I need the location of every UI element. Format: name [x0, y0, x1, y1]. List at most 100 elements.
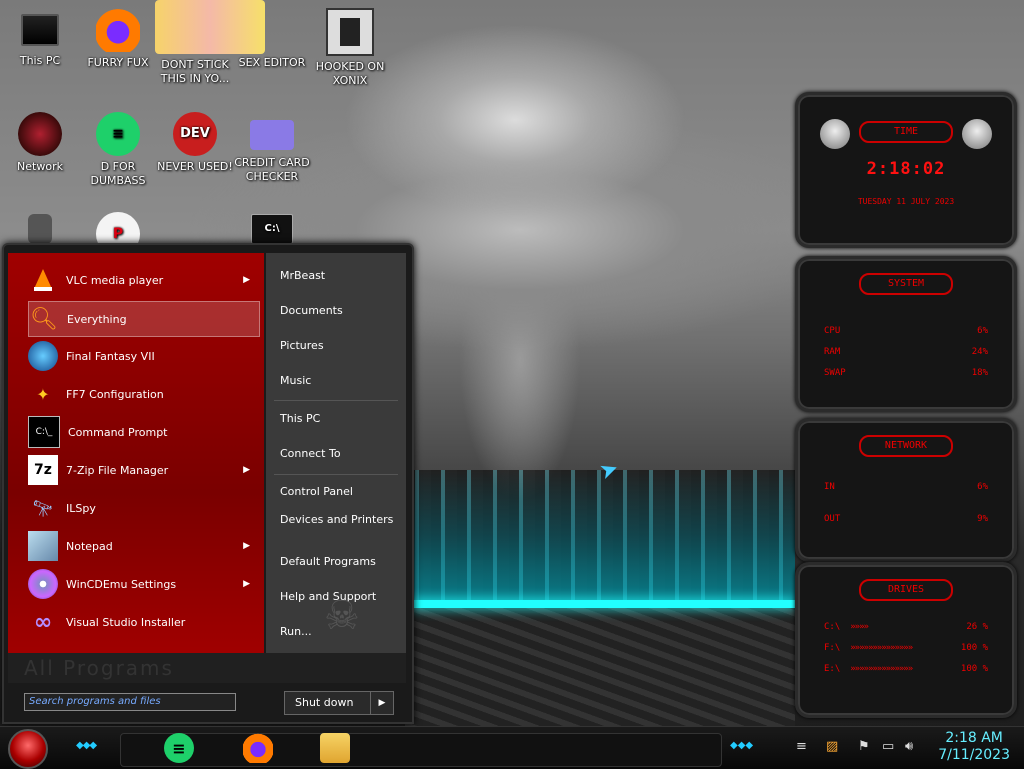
blank-file-icon [250, 8, 294, 52]
network-globe-icon [18, 112, 62, 156]
program-vs-installer[interactable]: ∞ Visual Studio Installer [28, 605, 258, 639]
alien-head-icon [820, 119, 850, 149]
place-this-pc[interactable]: This PC [280, 412, 320, 426]
desktop-icon-never-used[interactable]: DEV NEVER USED! [155, 112, 235, 174]
net-out-label: OUT [824, 514, 841, 524]
desktop-icon-network[interactable]: Network [0, 112, 80, 174]
program-notepad[interactable]: Notepad ▶ [28, 529, 258, 563]
place-pictures[interactable]: Pictures [280, 339, 324, 353]
submenu-arrow-icon: ▶ [243, 465, 250, 475]
net-in-row: IN 6% [798, 471, 1014, 503]
place-music[interactable]: Music [280, 374, 311, 388]
swap-row: SWAP 18% [798, 363, 1014, 384]
program-ilspy[interactable]: 🔭︎ ILSpy [28, 491, 258, 525]
shutdown-options-arrow-icon[interactable]: ▶ [370, 692, 393, 714]
separator [274, 400, 398, 401]
program-label: Visual Studio Installer [66, 615, 186, 629]
dev-cpp-icon: DEV [173, 112, 217, 156]
submenu-arrow-icon: ▶ [243, 579, 250, 589]
widget-title: SYSTEM [859, 273, 953, 295]
widget-title: NETWORK [859, 435, 953, 457]
place-documents[interactable]: Documents [280, 304, 343, 318]
7zip-icon: 7z [28, 455, 58, 485]
net-in-label: IN [824, 482, 835, 492]
place-default-programs[interactable]: Default Programs [280, 555, 376, 569]
program-everything[interactable]: 🔍︎ Everything [28, 301, 260, 337]
taskbar-clock[interactable]: 2:18 AM 7/11/2023 [938, 730, 1010, 764]
program-label: Final Fantasy VII [66, 349, 155, 363]
shutdown-label: Shut down [295, 696, 354, 709]
program-label: Everything [67, 312, 127, 326]
desktop-icon-label: NEVER USED! [157, 160, 233, 173]
submenu-arrow-icon: ▶ [243, 541, 250, 551]
place-run[interactable]: Run... [280, 625, 312, 639]
desktop-icon-label: DONT STICK THIS IN YO... [160, 58, 230, 85]
taskbar-file-explorer-icon[interactable] [320, 733, 350, 763]
program-label: WinCDEmu Settings [66, 577, 177, 591]
visual-studio-icon: ∞ [33, 609, 53, 635]
program-label: Command Prompt [68, 425, 168, 439]
program-label: ILSpy [66, 501, 96, 515]
wallpaper-ground [405, 608, 795, 728]
desktop-icon-label: Network [17, 160, 63, 173]
place-mrbeast[interactable]: MrBeast [280, 269, 325, 283]
taskbar-band [120, 733, 722, 767]
desktop-icon-sex-editor[interactable]: SEX EDITOR [232, 8, 312, 70]
desktop-icon-credit-card[interactable]: CREDIT CARD CHECKER [232, 112, 312, 184]
submenu-arrow-icon: ▶ [243, 275, 250, 285]
network-icon[interactable]: ▭ [882, 739, 894, 754]
desktop-icon-d-for-dumbass[interactable]: ≡ D FOR DUMBASS [78, 112, 158, 188]
program-cmd[interactable]: C:\_ Command Prompt [28, 415, 258, 449]
ram-value: 24% [971, 347, 988, 357]
drive-e-row: E:\ »»»»»»»»»»»»»» 100 % [798, 659, 1014, 680]
desktop-icon-label: HOOKED ON XONIX [315, 60, 385, 87]
desktop-icon-label: This PC [19, 54, 61, 67]
widget-clock: 2:18:02 [866, 159, 946, 179]
place-devices-printers[interactable]: Devices and Printers [280, 513, 400, 527]
drive-bar-icon: »»»»»»»»»»»»»» [850, 643, 913, 653]
clock-date: 7/11/2023 [938, 747, 1010, 763]
cpu-value: 6% [977, 326, 988, 336]
action-center-flag-icon[interactable]: ⚑ [858, 739, 870, 754]
tray-app-icon[interactable]: ▨ [826, 739, 838, 754]
desktop-icon-label: FURRY FUX [87, 56, 149, 69]
all-programs-button[interactable]: All Programs [8, 653, 406, 683]
places-pane: MrBeast Documents Pictures Music This PC… [266, 253, 406, 653]
vlc-cone-icon [28, 265, 58, 295]
desktop-icon-furry-fux[interactable]: FURRY FUX [78, 8, 158, 70]
desktop-icon-xonix[interactable]: HOOKED ON XONIX [310, 8, 390, 88]
program-ff7-config[interactable]: ✦ FF7 Configuration [28, 377, 258, 411]
magnifier-icon: 🔍︎ [30, 306, 58, 332]
search-input[interactable]: Search programs and files [24, 693, 236, 711]
program-wincdemu[interactable]: WinCDEmu Settings ▶ [28, 567, 258, 601]
ff7-meteor-icon [28, 341, 58, 371]
desktop-icon-dont-stick[interactable]: DONT STICK THIS IN YO... [155, 0, 265, 86]
start-button[interactable] [8, 729, 48, 769]
program-label: FF7 Configuration [66, 387, 164, 401]
disc-icon [28, 569, 58, 599]
drive-c-value: 26 % [966, 622, 988, 632]
place-control-panel[interactable]: Control Panel [280, 485, 353, 499]
cpu-label: CPU [824, 326, 841, 336]
chocobo-icon: ✦ [36, 384, 50, 404]
program-vlc[interactable]: VLC media player ▶ [28, 263, 258, 297]
drive-f-label: F:\ [824, 643, 841, 653]
monitor-icon [21, 14, 59, 46]
show-hidden-icons-icon[interactable]: ≡ [796, 739, 807, 754]
drives-widget: DRIVES C:\ »»»» 26 % F:\ »»»»»»»»»»»»»» 100 … [795, 562, 1017, 718]
taskbar-green-chat-icon[interactable]: ≡ [164, 733, 194, 763]
volume-icon[interactable]: 🔊︎ [905, 739, 913, 754]
time-widget: TIME 2:18:02 TUESDAY 11 JULY 2023 [795, 92, 1017, 248]
terminal-icon: C:\_ [28, 416, 60, 448]
decor-arrows-icon: ◆◆◆ [730, 740, 754, 751]
credit-card-icon [250, 120, 294, 150]
program-ff7[interactable]: Final Fantasy VII [28, 339, 258, 373]
terminal-icon: C:\ [251, 214, 293, 244]
place-connect-to[interactable]: Connect To [280, 447, 341, 461]
separator [274, 474, 398, 475]
desktop-icon-this-pc[interactable]: This PC [0, 8, 80, 68]
shutdown-button[interactable]: Shut down ▶ [284, 691, 394, 715]
ilspy-icon: 🔭︎ [32, 498, 54, 518]
taskbar-firefox-icon[interactable] [243, 733, 273, 763]
program-7zip[interactable]: 7z 7-Zip File Manager ▶ [28, 453, 258, 487]
